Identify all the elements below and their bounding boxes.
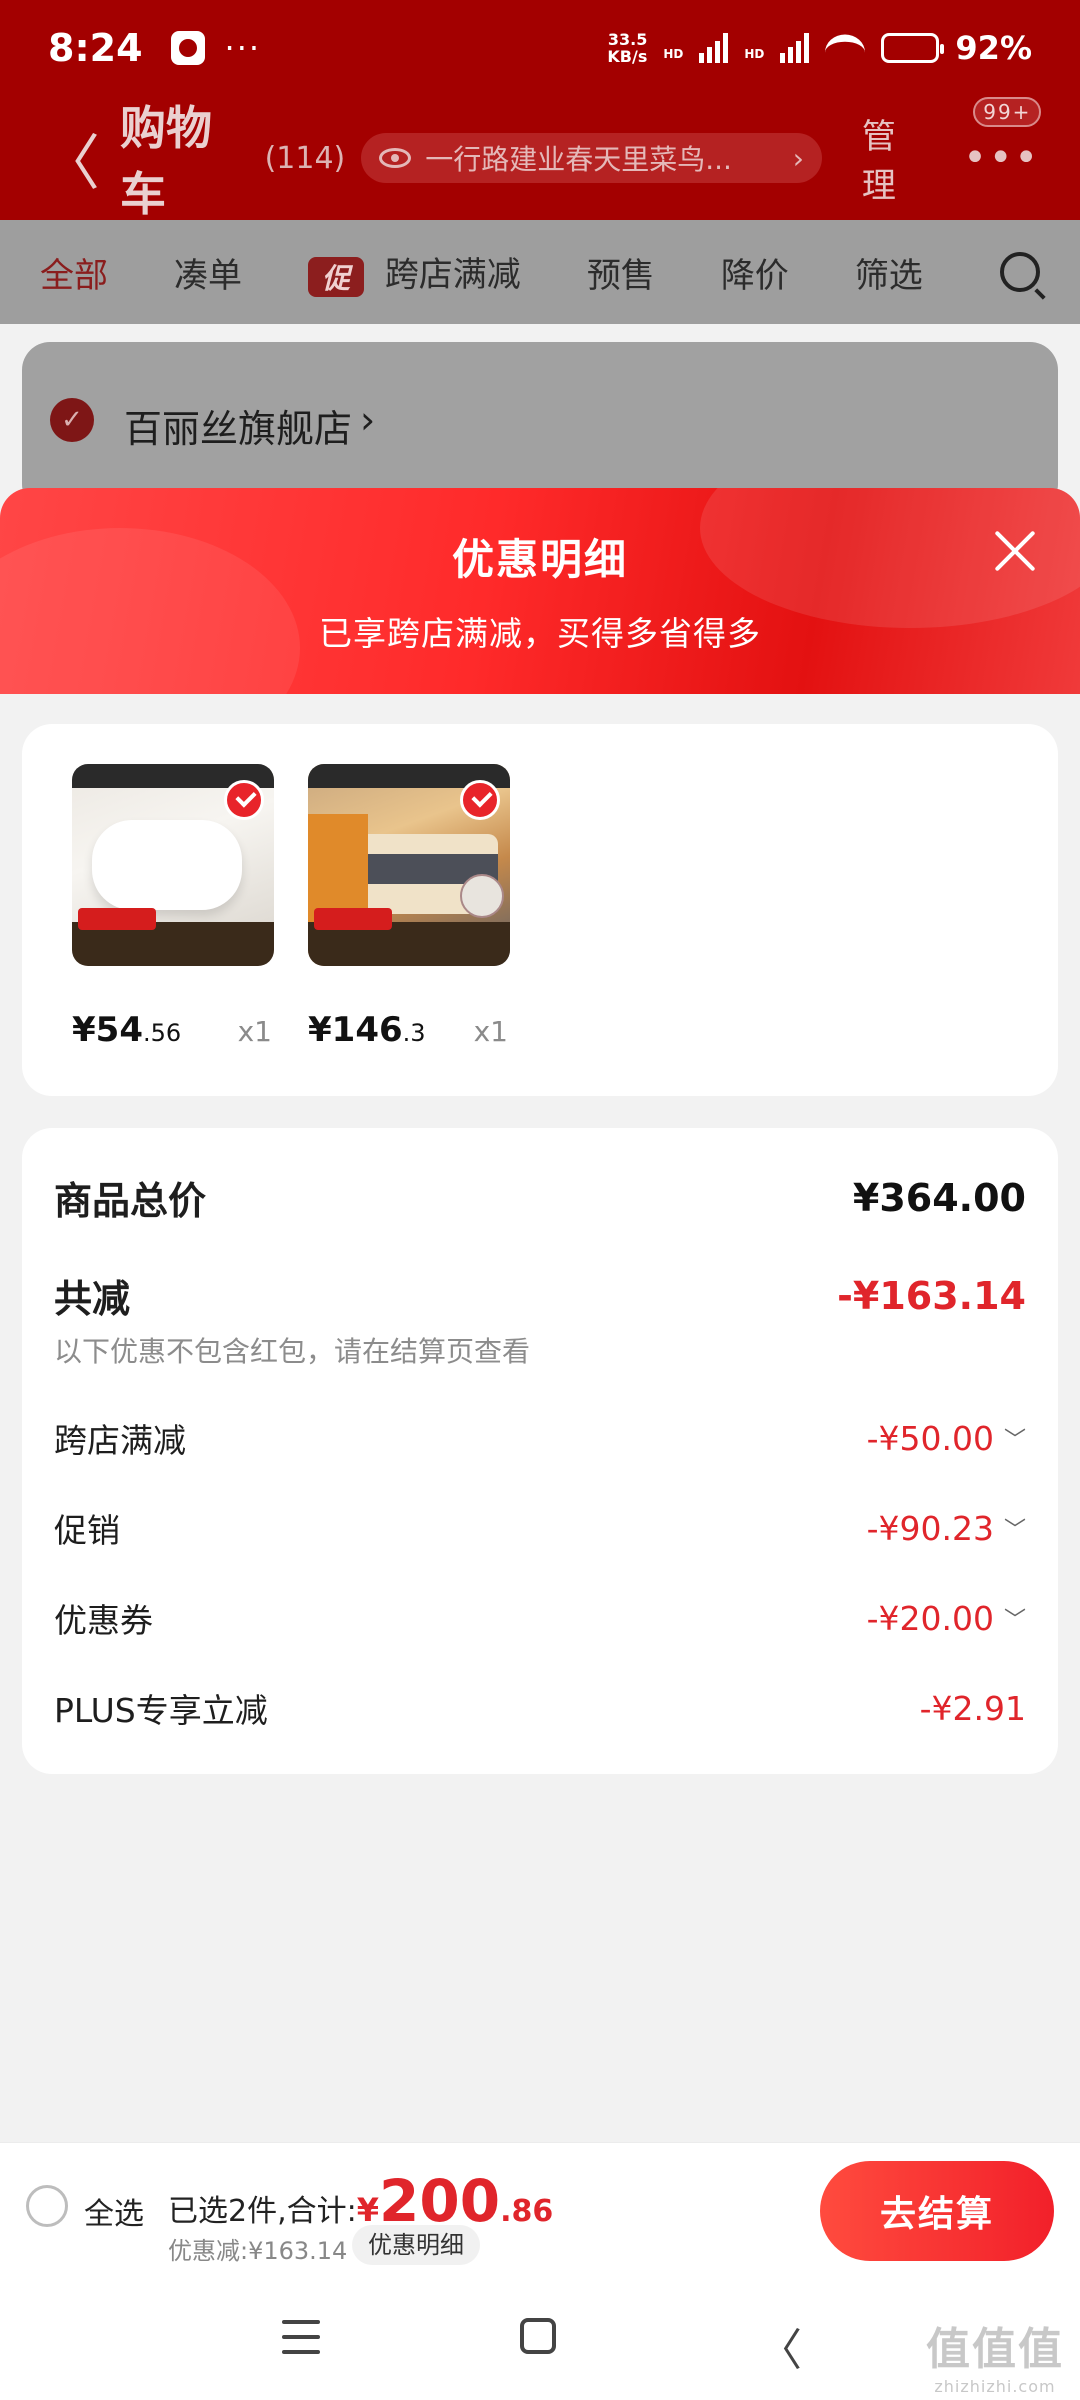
discount-label: 优惠券 [54, 1601, 153, 1640]
select-all-label[interactable]: 全选 [84, 2189, 144, 2233]
filter-tabs: 全部 凑单 促 跨店满减 预售 降价 筛选 [0, 220, 1080, 324]
list-item[interactable]: ¥54.56 x1 [22, 764, 274, 1050]
list-item[interactable]: ¥146.3 x1 [258, 764, 510, 1050]
more-notifications-icon: ··· [224, 29, 262, 67]
message-badge: 99+ [973, 97, 1042, 127]
system-back-icon[interactable]: 〈 [758, 2314, 802, 2378]
total-reduction-value: -¥163.14 [837, 1273, 1026, 1318]
chevron-right-icon: › [360, 398, 376, 442]
watermark-logo: 值值值 zhizhizhi.com [926, 2324, 1064, 2396]
discount-row-coupon[interactable]: 优惠券 -¥20.00 ﹀ [54, 1594, 1026, 1642]
product-image-pillow[interactable] [72, 764, 274, 966]
chevron-down-icon: ﹀ [1003, 1608, 1026, 1633]
tab-all[interactable]: 全部 [40, 248, 108, 297]
checkout-bar: 全选 已选2件,合计: ¥ 200 .86 优惠减:¥163.14 优惠明细 去… [0, 2142, 1080, 2272]
select-all-checkbox[interactable] [26, 2185, 68, 2227]
discount-row-plus: PLUS专享立减 -¥2.91 [54, 1684, 1026, 1732]
discount-label: 促销 [54, 1511, 120, 1550]
address-selector[interactable]: 一行路建业春天里菜鸟... › [361, 133, 822, 183]
system-nav-bar: 〈 值值值 zhizhizhi.com [0, 2272, 1080, 2400]
tab-bundle[interactable]: 凑单 [174, 248, 242, 297]
eye-icon [379, 148, 412, 168]
selected-total: 已选2件,合计: ¥ 200 .86 [168, 2167, 554, 2235]
promo-tag-icon: 促 [308, 256, 364, 297]
total-amount: 200 [379, 2167, 501, 2235]
discount-row-cross-store[interactable]: 跨店满减 -¥50.00 ﹀ [54, 1414, 1026, 1462]
address-text: 一行路建业春天里菜鸟... [425, 143, 732, 176]
home-icon[interactable] [520, 2318, 556, 2354]
search-icon[interactable] [1000, 252, 1040, 292]
back-icon[interactable]: 〈 [40, 115, 100, 202]
manage-button[interactable]: 管理 [862, 109, 927, 207]
close-icon[interactable] [992, 528, 1038, 574]
discount-row-promotion[interactable]: 促销 -¥90.23 ﹀ [54, 1504, 1026, 1552]
battery-percent: 92% [955, 29, 1032, 67]
store-check-icon[interactable]: ✓ [50, 398, 94, 442]
tab-cross-store-label: 跨店满减 [384, 255, 521, 296]
clock: 8:24 [48, 26, 143, 70]
chevron-down-icon: ﹀ [1003, 1428, 1026, 1453]
discount-sheet-body: ¥54.56 x1 ¥146.3 x1 商品总价 ¥364.00 共减 -¥16… [0, 694, 1080, 2142]
discount-value: -¥90.23 ﹀ [866, 1508, 1026, 1548]
network-speed: 33.5 KB/s [607, 30, 648, 66]
discount-value: -¥2.91 [919, 1688, 1026, 1728]
chevron-right-icon: › [792, 141, 804, 175]
cart-count: (114) [264, 140, 346, 176]
signal-icon [699, 33, 729, 63]
item-price: ¥146.3 [308, 1010, 426, 1050]
discount-sheet-header: 优惠明细 已享跨店满减，买得多省得多 [0, 488, 1080, 694]
tab-price-drop[interactable]: 降价 [721, 248, 789, 297]
discount-value: -¥20.00 ﹀ [866, 1598, 1026, 1638]
discount-label: 跨店满减 [54, 1421, 186, 1460]
tab-presale[interactable]: 预售 [587, 248, 655, 297]
discount-value: -¥50.00 ﹀ [866, 1418, 1026, 1458]
hd-indicator: HD [663, 47, 684, 61]
total-price-row: 商品总价 ¥364.00 [54, 1170, 1026, 1225]
chevron-down-icon: ﹀ [1003, 1518, 1026, 1543]
hd-indicator-2: HD [744, 47, 765, 61]
checkout-button[interactable]: 去结算 [820, 2161, 1054, 2261]
wifi-icon [825, 34, 866, 62]
discount-summary: 优惠减:¥163.14 [168, 2237, 348, 2265]
discount-detail-button[interactable]: 优惠明细 [352, 2225, 480, 2265]
more-menu-button[interactable]: ••• 99+ [963, 97, 1042, 181]
total-price-value: ¥364.00 [852, 1175, 1026, 1220]
selected-check-icon [460, 780, 500, 820]
store-card: ✓ 百丽丝旗舰店 › [22, 342, 1058, 512]
red-packet-note: 以下优惠不包含红包，请在结算页查看 [54, 1335, 531, 1368]
total-reduction-row: 共减 -¥163.14 [54, 1268, 1026, 1323]
item-price: ¥54.56 [72, 1010, 182, 1050]
discount-label: PLUS专享立减 [54, 1691, 268, 1730]
product-image-bedding[interactable] [308, 764, 510, 966]
notification-icon [170, 31, 205, 65]
tab-cross-store[interactable]: 促 跨店满减 [308, 247, 521, 297]
sheet-subtitle: 已享跨店满减，买得多省得多 [319, 614, 761, 653]
recents-icon[interactable] [282, 2320, 320, 2354]
cart-header: 〈 购物车 (114) 一行路建业春天里菜鸟... › 管理 ••• 99+ [0, 96, 1080, 221]
signal-icon-2 [780, 33, 810, 63]
total-reduction-label: 共减 [54, 1277, 131, 1321]
store-name[interactable]: 百丽丝旗舰店 [124, 398, 352, 453]
total-price-label: 商品总价 [54, 1179, 207, 1223]
status-bar: 8:24 ··· 33.5 KB/s HD HD 92% [0, 0, 1080, 96]
item-quantity: x1 [473, 1015, 508, 1048]
sheet-title: 优惠明细 [451, 535, 628, 584]
page-title: 购物车 [120, 101, 212, 221]
price-summary-card: 商品总价 ¥364.00 共减 -¥163.14 以下优惠不包含红包，请在结算页… [22, 1128, 1058, 1774]
tab-filter[interactable]: 筛选 [855, 248, 923, 297]
battery-icon [881, 33, 945, 63]
more-icon: ••• [963, 135, 1040, 181]
selected-items-card: ¥54.56 x1 ¥146.3 x1 [22, 724, 1058, 1096]
